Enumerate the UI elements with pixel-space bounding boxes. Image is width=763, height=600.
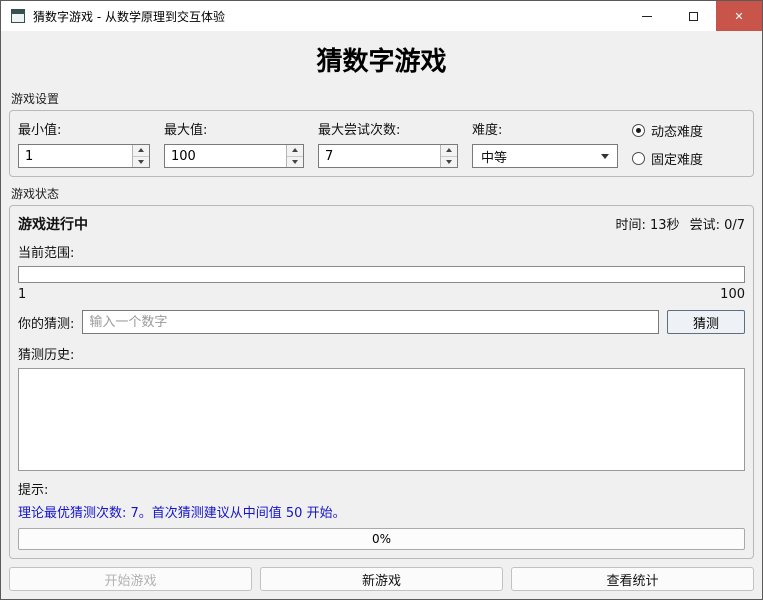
radio-fixed-difficulty[interactable]: 固定难度 (632, 149, 703, 168)
difficulty-label: 难度: (472, 123, 503, 138)
max-value-input[interactable] (165, 145, 286, 167)
page-title: 猜数字游戏 (316, 47, 447, 77)
game-state-text: 游戏进行中 (18, 217, 88, 233)
close-icon: ✕ (734, 9, 744, 23)
attempts-text: 尝试: 0/7 (689, 218, 745, 233)
min-value-label: 最小值: (18, 123, 62, 138)
arrow-up-icon (138, 148, 144, 153)
radio-fixed-label: 固定难度 (651, 153, 704, 168)
arrow-down-icon (446, 159, 452, 164)
min-decrement-button[interactable] (133, 155, 149, 167)
time-text: 时间: 13秒 (615, 218, 680, 233)
maximize-button[interactable] (670, 1, 716, 31)
max-attempts-label: 最大尝试次数: (318, 123, 401, 138)
max-decrement-button[interactable] (287, 155, 303, 167)
max-attempts-field: 最大尝试次数: (318, 119, 458, 168)
window-title: 猜数字游戏 - 从数学原理到交互体验 (33, 9, 225, 24)
attempts-decrement-button[interactable] (441, 155, 457, 167)
max-value-label: 最大值: (164, 123, 208, 138)
arrow-down-icon (138, 159, 144, 164)
hint-text: 理论最优猜测次数: 7。首次猜测建议从中间值 50 开始。 (18, 506, 346, 521)
max-attempts-input[interactable] (319, 145, 440, 167)
difficulty-selected-value: 中等 (481, 150, 508, 166)
minimize-icon (642, 15, 652, 17)
status-metrics: 时间: 13秒 尝试: 0/7 (616, 214, 746, 233)
difficulty-mode-radios: 动态难度 固定难度 (632, 119, 703, 168)
chevron-down-icon (601, 153, 609, 159)
settings-group: 游戏设置 最小值: 最大值: (9, 88, 754, 177)
status-group-label: 游戏状态 (11, 187, 60, 201)
footer-buttons: 开始游戏 新游戏 查看统计 (9, 567, 754, 591)
max-value-spinner (164, 144, 304, 168)
radio-selected-icon (632, 124, 645, 137)
status-group: 游戏状态 游戏进行中 时间: 13秒 尝试: 0/7 当前范围: 1 100 你… (9, 183, 754, 559)
arrow-up-icon (292, 148, 298, 153)
difficulty-field: 难度: 中等 (472, 119, 618, 168)
max-attempts-spin-buttons (440, 145, 457, 167)
settings-box: 最小值: 最大值: (9, 110, 754, 177)
radio-dynamic-difficulty[interactable]: 动态难度 (632, 121, 703, 140)
max-increment-button[interactable] (287, 145, 303, 156)
range-max-text: 100 (720, 287, 745, 302)
new-game-button[interactable]: 新游戏 (260, 567, 503, 591)
guess-input[interactable] (82, 310, 659, 334)
minimize-button[interactable] (624, 1, 670, 31)
progress-bar: 0% (18, 528, 745, 550)
attempts-increment-button[interactable] (441, 145, 457, 156)
main-content: 猜数字游戏 游戏设置 最小值: 最大值: (1, 31, 762, 599)
maximize-icon (688, 11, 698, 21)
radio-unselected-icon (632, 152, 645, 165)
status-header: 游戏进行中 时间: 13秒 尝试: 0/7 (18, 214, 745, 234)
guess-history-textarea[interactable] (18, 368, 745, 471)
range-min-text: 1 (18, 287, 27, 302)
history-label: 猜测历史: (18, 348, 75, 363)
settings-group-label: 游戏设置 (11, 92, 60, 106)
app-icon (11, 9, 25, 23)
window-controls: ✕ (624, 1, 762, 31)
close-button[interactable]: ✕ (716, 1, 762, 31)
range-bar (18, 266, 745, 283)
hint-label: 提示: (18, 483, 49, 498)
min-value-field: 最小值: (18, 119, 150, 168)
guess-button[interactable]: 猜测 (667, 310, 745, 334)
max-value-field: 最大值: (164, 119, 304, 168)
start-game-button[interactable]: 开始游戏 (9, 567, 252, 591)
arrow-down-icon (292, 159, 298, 164)
range-label: 当前范围: (18, 246, 75, 261)
guess-label: 你的猜测: (18, 316, 75, 332)
status-box: 游戏进行中 时间: 13秒 尝试: 0/7 当前范围: 1 100 你的猜测: … (9, 205, 754, 559)
min-value-spin-buttons (132, 145, 149, 167)
radio-dynamic-label: 动态难度 (651, 125, 704, 140)
view-stats-button[interactable]: 查看统计 (511, 567, 754, 591)
guess-row: 你的猜测: 猜测 (18, 310, 745, 334)
max-attempts-spinner (318, 144, 458, 168)
min-increment-button[interactable] (133, 145, 149, 156)
range-bounds: 1 100 (18, 287, 745, 302)
difficulty-select[interactable]: 中等 (472, 144, 618, 168)
progress-text: 0% (371, 532, 392, 546)
min-value-spinner (18, 144, 150, 168)
titlebar: 猜数字游戏 - 从数学原理到交互体验 ✕ (1, 1, 762, 31)
max-value-spin-buttons (286, 145, 303, 167)
app-window: 猜数字游戏 - 从数学原理到交互体验 ✕ 猜数字游戏 游戏设置 最小值: 1 最… (0, 0, 763, 600)
arrow-up-icon (446, 148, 452, 153)
min-value-input[interactable] (19, 145, 132, 167)
